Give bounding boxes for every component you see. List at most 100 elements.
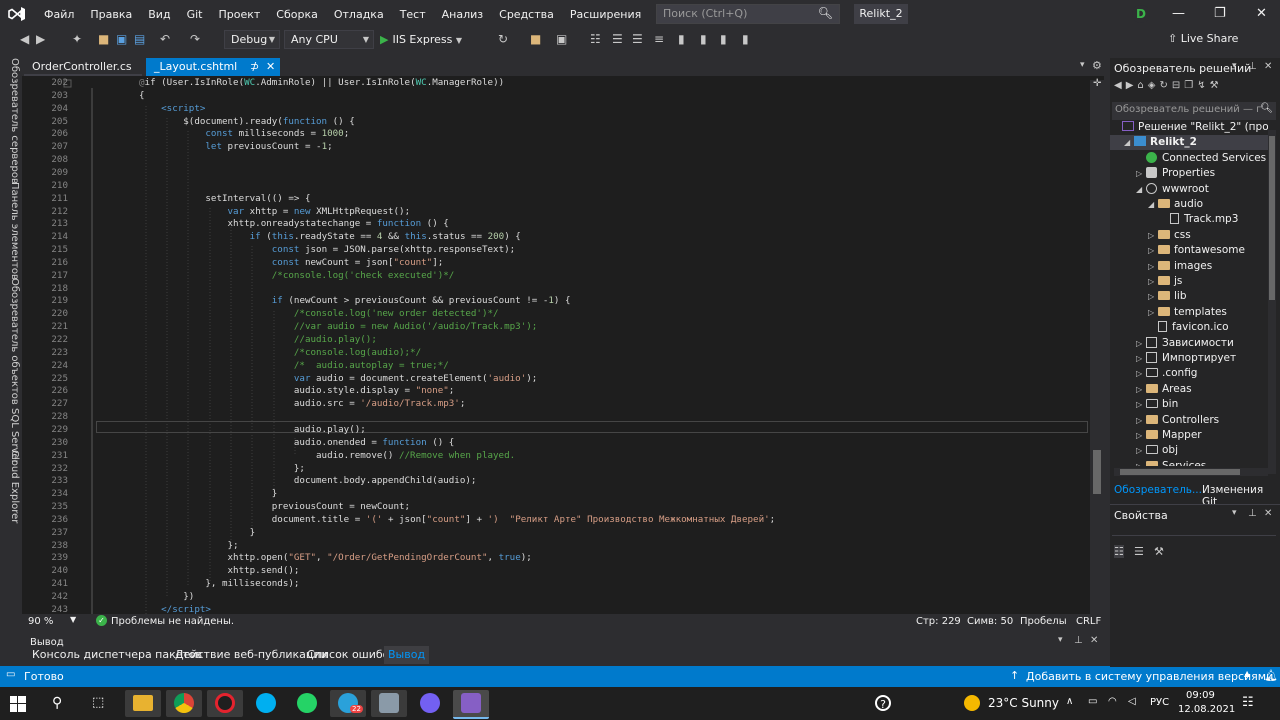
menu-item[interactable]: Правка — [82, 8, 140, 21]
search-icon[interactable]: ⚲ — [52, 695, 62, 711]
solution-tree-item[interactable]: ▷ Properties — [1136, 166, 1215, 181]
pin-icon[interactable]: ⊅ — [250, 58, 259, 76]
code-line[interactable]: 232 }; — [22, 463, 1082, 476]
wifi-icon[interactable]: ◠ — [1108, 696, 1117, 707]
menu-item[interactable]: Git — [179, 8, 211, 21]
expand-arrow-icon[interactable]: ▷ — [1136, 428, 1146, 443]
expand-arrow-icon[interactable]: ▷ — [1148, 243, 1158, 258]
whatsapp-app[interactable] — [289, 690, 325, 717]
solution-tree-item[interactable]: Решение "Relikt_2" (проек — [1112, 120, 1268, 135]
notifications-icon[interactable]: ☷ — [1242, 695, 1254, 710]
close-window-icon[interactable]: ✕ — [1256, 6, 1267, 21]
restore-icon[interactable]: ❐ — [1214, 6, 1226, 21]
code-line[interactable]: 206 const milliseconds = 1000; — [22, 128, 1082, 141]
cursor-column[interactable]: Симв: 50 — [967, 616, 1013, 627]
code-line[interactable]: 221 //var audio = new Audio('/audio/Trac… — [22, 321, 1082, 334]
code-line[interactable]: 219 if (newCount > previousCount && prev… — [22, 295, 1082, 308]
minimize-icon[interactable]: — — [1172, 6, 1185, 21]
code-line[interactable]: 238 }; — [22, 540, 1082, 553]
code-line[interactable]: 209 — [22, 167, 1082, 180]
menu-item[interactable]: Вид — [140, 8, 178, 21]
home-icon[interactable]: ⌂ — [1137, 80, 1147, 91]
code-line[interactable]: 226 audio.style.display = "none"; — [22, 385, 1082, 398]
split-editor-icon[interactable]: ✛ — [1093, 78, 1101, 89]
tab-list-dropdown-icon[interactable]: ▾ — [1080, 60, 1085, 70]
refresh-icon[interactable]: ↻ — [498, 32, 508, 46]
next-bookmark-icon[interactable]: ▮ — [720, 32, 727, 46]
viber-app[interactable] — [412, 690, 448, 717]
weather-text[interactable]: 23°C Sunny — [988, 696, 1059, 710]
help-icon[interactable]: ? — [875, 695, 891, 711]
menu-item[interactable]: Файл — [36, 8, 82, 21]
panel-pin-icon[interactable]: ⊥ — [1248, 61, 1257, 72]
volume-icon[interactable]: ◁ — [1128, 696, 1136, 707]
scrollbar-thumb[interactable] — [1093, 450, 1101, 494]
align-left-icon[interactable]: ☰ — [612, 32, 623, 46]
expand-arrow-icon[interactable]: ▷ — [1148, 259, 1158, 274]
vs-icon[interactable]: ◈ — [1148, 80, 1160, 91]
panel-dropdown-icon[interactable]: ▾ — [1232, 508, 1237, 518]
zoom-level[interactable]: 90 % — [28, 616, 53, 627]
code-editor[interactable]: 202 @if (User.IsInRole(WC.AdminRole) || U… — [22, 76, 1104, 614]
panel-dropdown-icon[interactable]: ▾ — [1232, 61, 1237, 71]
tab-server-explorer[interactable]: Обозреватель серверов — [2, 58, 20, 184]
tab-layout-cshtml[interactable]: _Layout.cshtml ⊅ ✕ — [146, 58, 280, 76]
task-view-icon[interactable]: ⬚ — [92, 695, 104, 710]
telegram-app[interactable]: 22 — [330, 690, 366, 717]
visual-studio-logo-icon[interactable] — [8, 6, 26, 22]
code-line[interactable]: 230 audio.onended = function () { — [22, 437, 1082, 450]
code-line[interactable]: 227 audio.src = '/audio/Track.mp3'; — [22, 398, 1082, 411]
menu-item[interactable]: Анализ — [434, 8, 492, 21]
settings-gear-icon[interactable]: ⚙ — [1092, 59, 1102, 72]
back-icon[interactable]: ◀ — [20, 32, 29, 46]
tab-cloud-explorer[interactable]: Cloud Explorer — [2, 450, 20, 523]
code-line[interactable]: 211 setInterval(() => { — [22, 193, 1082, 206]
categorized-icon[interactable]: ☷ — [1114, 545, 1124, 558]
solution-tree-item[interactable]: ▷ Areas — [1136, 382, 1192, 397]
search-box[interactable]: Поиск (Ctrl+Q) 🔍︎ — [656, 4, 840, 24]
chevron-up-icon[interactable]: ∧ — [1066, 696, 1073, 707]
hscrollbar-thumb[interactable] — [1120, 469, 1240, 475]
opera-app[interactable] — [207, 690, 243, 717]
solution-tree-item[interactable]: ▷ Зависимости — [1136, 336, 1234, 351]
live-share-button[interactable]: ⇧ Live Share — [1168, 32, 1238, 45]
code-line[interactable]: 236 document.title = '(' + json["count"]… — [22, 514, 1082, 527]
input-language[interactable]: РУС — [1150, 697, 1169, 708]
solution-tree-item[interactable]: Track.mp3 — [1160, 212, 1238, 227]
code-line[interactable]: 213 xhttp.onreadystatechange = function … — [22, 218, 1082, 231]
forward-icon[interactable]: ▶ — [1126, 80, 1138, 91]
code-line[interactable]: 231 audio.remove() //Remove when played. — [22, 450, 1082, 463]
skype-app[interactable] — [248, 690, 284, 717]
prev-bookmark-icon[interactable]: ▮ — [700, 32, 707, 46]
comment-icon[interactable]: ≡ — [654, 32, 664, 46]
solution-tree-item[interactable]: ▷ Controllers — [1136, 413, 1219, 428]
code-line[interactable]: 205 $(document).ready(function () { — [22, 116, 1082, 129]
code-line[interactable]: 235 previousCount = newCount; — [22, 501, 1082, 514]
visual-studio-app[interactable] — [453, 690, 489, 719]
code-line[interactable]: 204 <script> — [22, 103, 1082, 116]
expand-arrow-icon[interactable]: ◢ — [1124, 135, 1134, 150]
battery-icon[interactable]: ▭ — [1088, 696, 1097, 707]
solution-tree-item[interactable]: ▷ css — [1148, 228, 1191, 243]
code-line[interactable]: 225 var audio = document.createElement('… — [22, 373, 1082, 386]
code-line[interactable]: 216 const newCount = json["count"]; — [22, 257, 1082, 270]
windows-start-icon[interactable] — [10, 696, 26, 712]
cursor-line[interactable]: Стр: 229 — [916, 616, 961, 627]
save-all-icon[interactable]: ▤ — [134, 32, 145, 46]
solution-tree-item[interactable]: ▷ bin — [1136, 397, 1178, 412]
solution-tree-item[interactable]: ▷ Services — [1136, 459, 1206, 466]
code-line[interactable]: 210 — [22, 180, 1082, 193]
tab-solution-explorer[interactable]: Обозреватель... — [1114, 484, 1202, 496]
screenshot-icon[interactable]: ▣ — [556, 32, 567, 46]
tree-scrollbar[interactable] — [1268, 130, 1276, 474]
properties-object-selector[interactable] — [1112, 527, 1276, 536]
property-pages-icon[interactable]: ⚒ — [1154, 545, 1164, 558]
new-project-icon[interactable]: ✦ — [72, 32, 82, 46]
redo-icon[interactable]: ↷ — [190, 32, 200, 46]
code-line[interactable]: 237 } — [22, 527, 1082, 540]
panel-close-icon[interactable]: ✕ — [1264, 61, 1272, 72]
line-ending[interactable]: CRLF — [1076, 616, 1101, 627]
code-line[interactable]: 229 audio.play(); — [22, 424, 1082, 437]
menu-item[interactable]: Средства — [491, 8, 562, 21]
code-line[interactable]: 218 — [22, 283, 1082, 296]
